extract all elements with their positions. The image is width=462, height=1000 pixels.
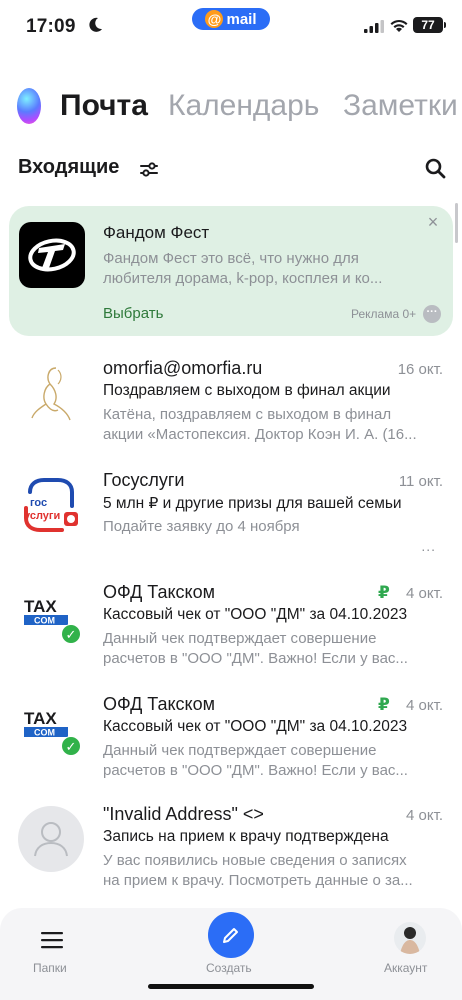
tab-calendar[interactable]: Календарь <box>168 86 319 126</box>
message-row[interactable]: TAX COM ✓ ОФД Такском ₽ 4 окт. Кассовый … <box>0 686 462 798</box>
gosuslugi-logo-text: услуги <box>24 510 60 522</box>
clock: 17:09 <box>26 16 76 37</box>
ruble-icon: ₽ <box>378 583 390 602</box>
default-avatar-icon <box>18 806 84 872</box>
message-date: 11 окт. <box>398 473 443 490</box>
message-date: 4 окт. <box>406 585 443 602</box>
message-sender: "Invalid Address" <> <box>103 804 264 824</box>
message-preview: Данный чек подтверждает совершение расче… <box>103 629 443 669</box>
message-date: 4 окт. <box>406 697 443 714</box>
omorfia-avatar <box>18 360 84 426</box>
ad-choose-button[interactable]: Выбрать <box>103 305 163 322</box>
nav-folders-label: Папки <box>33 961 67 975</box>
home-indicator <box>148 984 314 989</box>
ad-title: Фандом Фест <box>103 223 210 242</box>
ad-label: Реклама 0+ <box>351 307 417 321</box>
preview-line: расчетов в "ООО "ДМ". Важно! Если у вас.… <box>103 650 408 667</box>
preview-line: акции «Мастопексия. Доктор Коэн И. А. (1… <box>103 426 417 443</box>
app-tabs: Почта Календарь Заметки <box>0 86 462 130</box>
signal-icon <box>364 20 384 33</box>
message-subject: Поздравляем с выходом в финал акции <box>103 382 391 399</box>
gosuslugi-logo-text: гос <box>30 497 47 509</box>
message-subject: Запись на прием к врачу подтверждена <box>103 828 389 845</box>
ad-card[interactable]: Фандом Фест × Фандом Фест это всё, что н… <box>9 206 453 336</box>
message-subject: Кассовый чек от "ООО "ДМ" за 04.10.2023 <box>103 606 408 623</box>
message-row[interactable]: "Invalid Address" <> 4 окт. Запись на пр… <box>0 798 462 910</box>
nav-account[interactable]: Аккаунт <box>380 908 440 1000</box>
menu-icon <box>41 932 63 949</box>
close-icon[interactable]: × <box>425 213 441 231</box>
gosuslugi-logo: гос услуги <box>18 472 84 538</box>
taxcom-logo-text: COM <box>34 728 55 738</box>
avatar <box>394 922 426 954</box>
tab-mail[interactable]: Почта <box>60 86 148 126</box>
nav-account-label: Аккаунт <box>384 961 428 975</box>
moon-icon <box>89 17 102 32</box>
ruble-icon: ₽ <box>378 695 390 714</box>
scrollbar[interactable] <box>455 203 458 243</box>
preview-line: Данный чек подтверждает совершение <box>103 630 377 647</box>
more-icon[interactable]: ··· <box>423 305 441 323</box>
battery-indicator: 77 <box>413 17 446 33</box>
message-date: 16 окт. <box>397 361 443 378</box>
verified-check-icon: ✓ <box>61 624 81 644</box>
message-row[interactable]: omorfia@omorfia.ru 16 окт. Поздравляем с… <box>0 350 462 462</box>
message-sender: Госуслуги <box>103 470 185 490</box>
message-date: 4 окт. <box>406 807 443 824</box>
assistant-orb-icon[interactable] <box>17 88 41 124</box>
nav-folders[interactable]: Папки <box>22 908 82 1000</box>
message-sender: ОФД Такском <box>103 582 216 602</box>
preview-line: на прием к врачу. Посмотреть данные о за… <box>103 872 413 889</box>
wifi-icon <box>390 19 408 32</box>
nav-compose-label: Создать <box>206 961 252 975</box>
status-bar: 17:09 @ mail 77 <box>0 0 462 50</box>
message-row[interactable]: гос услуги Госуслуги 11 окт. 5 млн ₽ и д… <box>0 462 462 574</box>
message-sender: ОФД Такском <box>103 694 216 714</box>
ad-text: Фандом Фест это всё, что нужно для любит… <box>103 249 413 289</box>
preview-line: Подайте заявку до 4 ноября <box>103 518 300 535</box>
at-icon: @ <box>205 10 224 28</box>
message-sender: omorfia@omorfia.ru <box>103 358 263 378</box>
fandom-fest-logo <box>19 222 85 288</box>
preview-line: Данный чек подтверждает совершение <box>103 742 377 759</box>
message-preview: Подайте заявку до 4 ноября <box>103 517 443 537</box>
preview-line: У вас появились новые сведения о записях <box>103 852 407 869</box>
tab-notes[interactable]: Заметки <box>343 86 458 126</box>
folder-title[interactable]: Входящие <box>18 156 119 179</box>
preview-line: Катёна, поздравляем с выходом в финал <box>103 406 392 423</box>
compose-button[interactable] <box>208 912 254 958</box>
taxcom-logo-text: TAX <box>24 597 57 616</box>
pencil-icon <box>223 928 238 943</box>
taxcom-logo-text: COM <box>34 616 55 626</box>
verified-check-icon: ✓ <box>61 736 81 756</box>
message-preview: У вас появились новые сведения о записях… <box>103 851 443 891</box>
message-preview: Катёна, поздравляем с выходом в финал ак… <box>103 405 443 445</box>
message-subject: 5 млн ₽ и другие призы для вашей семьи <box>103 495 402 512</box>
mail-badge-label: mail <box>226 10 257 28</box>
ad-text-line: любителя дорама, k-pop, косплея и ко... <box>103 270 383 287</box>
preview-line: расчетов в "ООО "ДМ". Важно! Если у вас.… <box>103 762 408 779</box>
mail-badge[interactable]: @ mail <box>192 8 270 30</box>
message-row[interactable]: TAX COM ✓ ОФД Такском ₽ 4 окт. Кассовый … <box>0 574 462 686</box>
message-subject: Кассовый чек от "ООО "ДМ" за 04.10.2023 <box>103 718 408 735</box>
taxcom-logo-text: TAX <box>24 709 57 728</box>
more-content-indicator: ... <box>421 538 436 554</box>
message-preview: Данный чек подтверждает совершение расче… <box>103 741 443 781</box>
ad-text-line: Фандом Фест это всё, что нужно для <box>103 250 359 267</box>
search-icon[interactable] <box>424 157 446 179</box>
filter-icon[interactable] <box>138 158 160 180</box>
